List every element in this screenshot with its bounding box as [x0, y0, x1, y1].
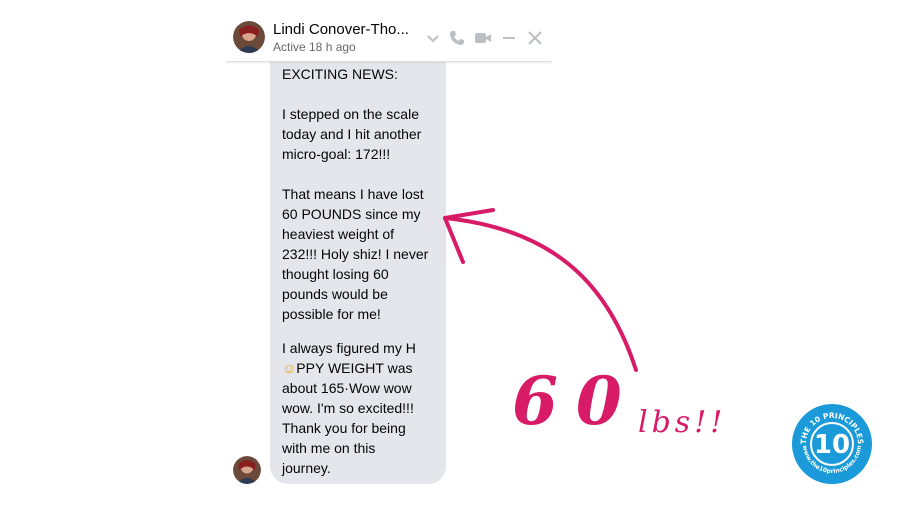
message-line: wow. I'm so excited!!! — [282, 400, 414, 416]
close-icon[interactable] — [525, 28, 545, 48]
the-10-principles-logo: THE 10 PRINCIPLES www.the10principles.co… — [792, 404, 872, 484]
annotation-lbs: lbs!! — [638, 405, 727, 440]
message-line: I always figured my H — [282, 340, 416, 356]
message-line: That means I have lost — [282, 186, 424, 202]
message-line: possible for me! — [282, 306, 381, 322]
message-line: thought losing 60 — [282, 266, 389, 282]
sender-avatar[interactable] — [233, 456, 261, 484]
message-line: Thank you for being — [282, 420, 406, 436]
contact-avatar[interactable] — [233, 21, 265, 53]
chevron-down-icon[interactable] — [423, 28, 443, 48]
message-line: about 165·Wow wow — [282, 380, 412, 396]
svg-text:10: 10 — [814, 430, 850, 460]
message-line-text: PPY WEIGHT was — [296, 360, 413, 376]
message-line: pounds would be — [282, 286, 388, 302]
minimize-icon[interactable] — [499, 28, 519, 48]
contact-name[interactable]: Lindi Conover-Tho... — [273, 21, 409, 38]
chat-window: EXCITING NEWS: I stepped on the scale to… — [226, 14, 552, 494]
message-line: micro-goal: 172!!! — [282, 146, 391, 162]
annotation-60: 60 — [512, 362, 640, 440]
message-line: EXCITING NEWS: — [282, 66, 398, 82]
video-icon[interactable] — [473, 28, 493, 48]
message-bubble: EXCITING NEWS: I stepped on the scale to… — [270, 56, 446, 484]
chat-header: Lindi Conover-Tho... Active 18 h ago — [226, 14, 552, 62]
smile-emoji-icon: ☺ — [282, 360, 297, 376]
message-line: with me on this — [282, 440, 376, 456]
contact-status: Active 18 h ago — [273, 40, 356, 54]
message-line: ☺PPY WEIGHT was — [282, 358, 412, 378]
message-line: 232!!! Holy shiz! I never — [282, 246, 429, 262]
message-line: journey. — [282, 460, 331, 476]
phone-icon[interactable] — [447, 28, 467, 48]
message-line: 60 POUNDS since my — [282, 206, 421, 222]
message-line: heaviest weight of — [282, 226, 395, 242]
message-line: today and I hit another — [282, 126, 422, 142]
message-line: I stepped on the scale — [282, 106, 419, 122]
